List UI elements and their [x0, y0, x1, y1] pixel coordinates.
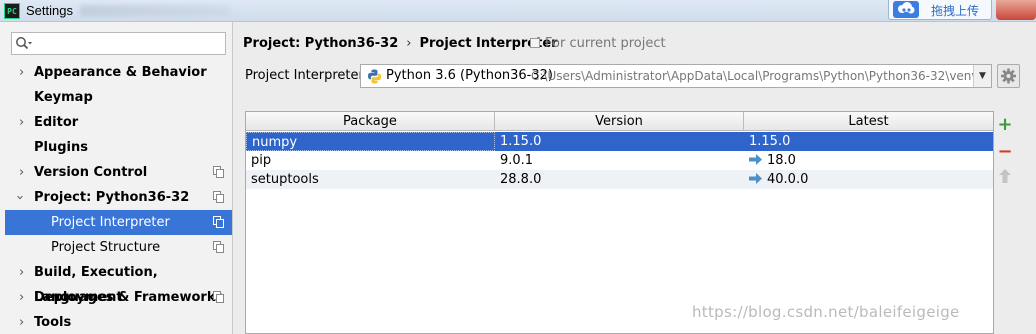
project-scope-icon	[530, 38, 540, 48]
sidebar-item-label: Project Interpreter	[51, 215, 170, 230]
package-latest-cell: 18.0	[744, 151, 993, 170]
sidebar-item-label: Version Control	[34, 165, 148, 180]
sidebar-item-label: Project Structure	[51, 240, 161, 255]
sidebar-item-editor[interactable]: › Editor	[5, 110, 232, 135]
sidebar-item-label: Project: Python36-32	[34, 190, 190, 205]
for-current-project-note: For current project	[530, 36, 666, 51]
package-name: setuptools	[251, 172, 319, 187]
interpreter-settings-button[interactable]	[997, 64, 1020, 88]
chevron-right-icon: ›	[19, 265, 25, 280]
sidebar-item-project[interactable]: › Project: Python36-32	[5, 185, 232, 210]
table-row[interactable]: setuptools 28.8.0 40.0.0	[246, 170, 993, 189]
chevron-down-icon[interactable]: ▼	[973, 65, 991, 87]
column-header-version[interactable]: Version	[495, 112, 744, 131]
package-version: 9.0.1	[500, 153, 534, 168]
window-title: Settings	[26, 3, 73, 18]
package-latest: 40.0.0	[767, 172, 809, 187]
upgrade-arrow-icon	[749, 154, 762, 165]
interpreter-name: Python 3.6 (Python36-32)	[386, 68, 553, 83]
interpreter-path: C:\Users\Administrator\AppData\Local\Pro…	[531, 69, 991, 83]
package-version: 1.15.0	[500, 134, 542, 149]
sidebar-item-label: Tools	[34, 315, 72, 330]
interpreter-label: Project Interpreter:	[245, 68, 369, 83]
sidebar-item-project-interpreter[interactable]: Project Interpreter	[5, 210, 232, 235]
sidebar-item-label: Editor	[34, 115, 79, 130]
chevron-right-icon: ›	[19, 290, 25, 305]
column-header-latest[interactable]: Latest	[744, 112, 993, 131]
chevron-right-icon: ›	[19, 115, 25, 130]
add-package-button[interactable]: +	[995, 115, 1015, 135]
settings-search-input[interactable]	[11, 32, 226, 55]
upload-widget[interactable]: 拖拽上传	[888, 0, 992, 20]
python-icon	[368, 69, 381, 84]
cloud-upload-icon	[893, 1, 919, 18]
table-row[interactable]: numpy 1.15.0 1.15.0	[246, 132, 993, 151]
breadcrumb-project[interactable]: Project: Python36-32	[243, 36, 398, 51]
blurred-region	[80, 5, 230, 16]
table-row[interactable]: pip 9.0.1 18.0	[246, 151, 993, 170]
package-latest-cell: 40.0.0	[744, 170, 993, 189]
search-icon	[16, 37, 32, 50]
sidebar-item-keymap[interactable]: Keymap	[5, 85, 232, 110]
chevron-right-icon: ›	[19, 315, 25, 330]
project-scope-icon	[213, 241, 224, 253]
column-header-package[interactable]: Package	[246, 112, 495, 131]
sidebar-item-build-execution-deployment[interactable]: › Build, Execution, Deployment	[5, 260, 232, 305]
sidebar-item-label: Languages & Frameworks	[34, 290, 224, 305]
pycharm-logo-icon: PC	[4, 3, 20, 19]
sidebar-item-appearance-behavior[interactable]: › Appearance & Behavior	[5, 60, 232, 85]
project-scope-icon	[213, 166, 224, 178]
sidebar-item-project-structure[interactable]: Project Structure	[5, 235, 232, 260]
window-close-button[interactable]	[996, 0, 1036, 20]
sidebar-item-label: Plugins	[34, 140, 88, 155]
sidebar-item-label: Appearance & Behavior	[34, 65, 207, 80]
chevron-right-icon: ›	[19, 65, 25, 80]
sidebar-item-tools[interactable]: › Tools	[5, 310, 232, 334]
package-latest: 1.15.0	[749, 134, 791, 149]
package-latest: 18.0	[767, 153, 796, 168]
settings-sidebar: › Appearance & Behavior Keymap › Editor …	[0, 22, 233, 334]
sidebar-item-label: Keymap	[34, 90, 93, 105]
upgrade-icon	[999, 169, 1011, 183]
upgrade-arrow-icon	[749, 173, 762, 184]
package-name: numpy	[246, 132, 495, 151]
chevron-down-icon: ›	[12, 194, 28, 201]
project-scope-icon	[213, 291, 224, 303]
remove-package-button[interactable]: −	[995, 142, 1015, 162]
sidebar-item-version-control[interactable]: › Version Control	[5, 160, 232, 185]
upgrade-package-button[interactable]	[995, 168, 1015, 188]
sidebar-item-plugins[interactable]: Plugins	[5, 135, 232, 160]
sidebar-item-languages-frameworks[interactable]: › Languages & Frameworks	[5, 285, 232, 310]
watermark: https://blog.csdn.net/baleifeigeige	[692, 303, 960, 321]
package-version: 28.8.0	[500, 172, 542, 187]
breadcrumb-separator: ›	[406, 36, 412, 51]
packages-table: Package Version Latest numpy 1.15.0 1.15…	[245, 111, 994, 334]
breadcrumb: Project: Python36-32 › Project Interpreter	[243, 36, 558, 51]
interpreter-select[interactable]: Python 3.6 (Python36-32) C:\Users\Admini…	[360, 64, 992, 88]
upload-label: 拖拽上传	[931, 4, 980, 18]
project-scope-icon	[213, 191, 224, 203]
package-name: pip	[251, 153, 272, 168]
table-header: Package Version Latest	[246, 112, 993, 131]
title-bar: PC Settings 拖拽上传	[0, 0, 1036, 22]
chevron-right-icon: ›	[19, 165, 25, 180]
project-scope-icon	[213, 216, 224, 228]
gear-icon	[1001, 68, 1016, 84]
settings-main-panel: Project: Python36-32 › Project Interpreter…	[234, 22, 1036, 334]
for-current-project-label: For current project	[545, 36, 666, 51]
